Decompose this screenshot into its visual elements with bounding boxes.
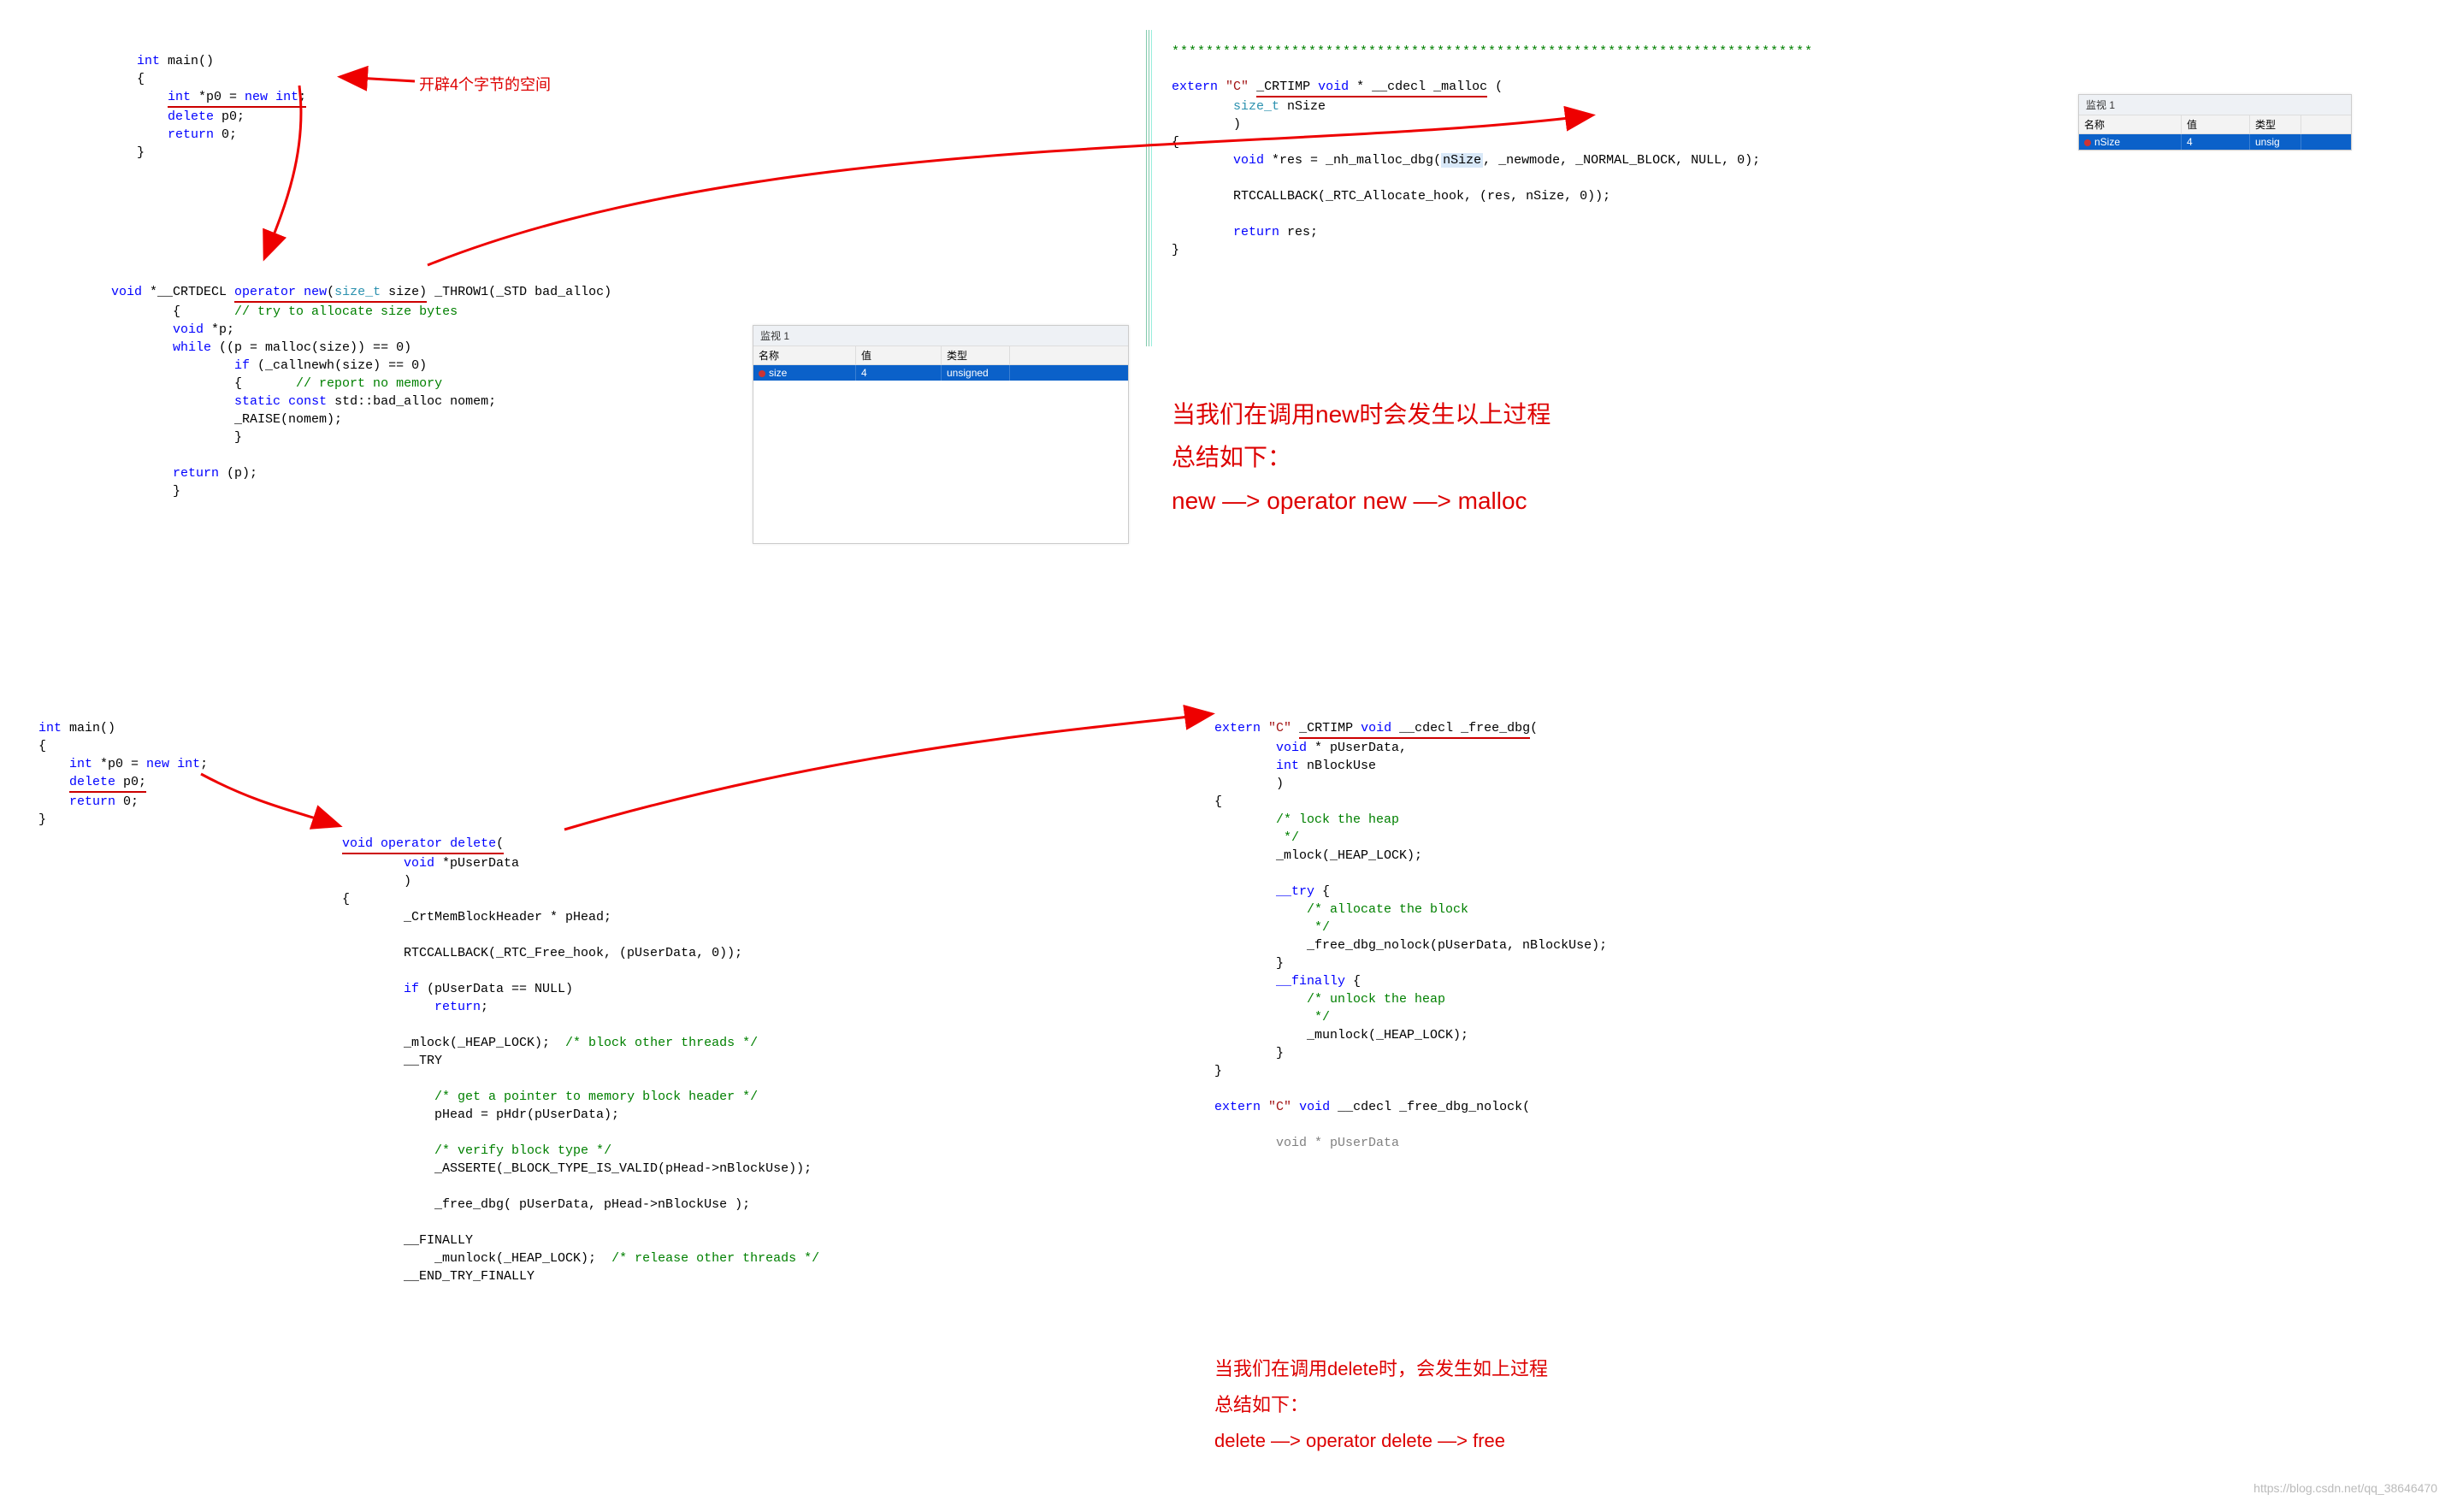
watch1-header: 名称 值 类型 [753,346,1128,365]
watermark: https://blog.csdn.net/qq_38646470 [2253,1481,2437,1495]
watch1-title: 监视 1 [753,326,1128,346]
annotation-new-summary: 当我们在调用new时会发生以上过程 总结如下： new —> operator … [1172,393,1550,523]
bullet-icon [2084,139,2091,146]
watch2-header: 名称 值 类型 [2079,115,2351,134]
code-main-1: int main() { int *p0 = new int; delete p… [137,34,306,162]
watch-window-2[interactable]: 监视 1 名称 值 类型 nSize 4 unsig [2078,94,2352,151]
line-delete-p0: delete p0; [137,109,245,124]
separator-stars: ****************************************… [1172,43,1813,61]
code-free-dbg: extern "C" _CRTIMP void __cdecl _free_db… [1214,701,1607,1152]
code-operator-new: void *__CRTDECL operator new(size_t size… [111,265,611,500]
watch2-row[interactable]: nSize 4 unsig [2079,134,2351,150]
annotation-delete-summary: 当我们在调用delete时，会发生如上过程 总结如下： delete —> op… [1214,1351,1548,1458]
separator-vertical [1146,30,1147,346]
code-main-2: int main() { int *p0 = new int; delete p… [38,701,208,829]
line-return-0: return 0; [137,127,237,142]
watch-window-1[interactable]: 监视 1 名称 值 类型 size 4 unsigned [753,325,1129,544]
code-malloc: extern "C" _CRTIMP void * __cdecl _mallo… [1172,60,1760,259]
watch2-title: 监视 1 [2079,95,2351,115]
bullet-icon [759,370,765,377]
watch1-row[interactable]: size 4 unsigned [753,365,1128,381]
code-operator-delete: void operator delete( void *pUserData ) … [342,817,819,1285]
annotation-alloc4: 开辟4个字节的空间 [419,73,551,95]
